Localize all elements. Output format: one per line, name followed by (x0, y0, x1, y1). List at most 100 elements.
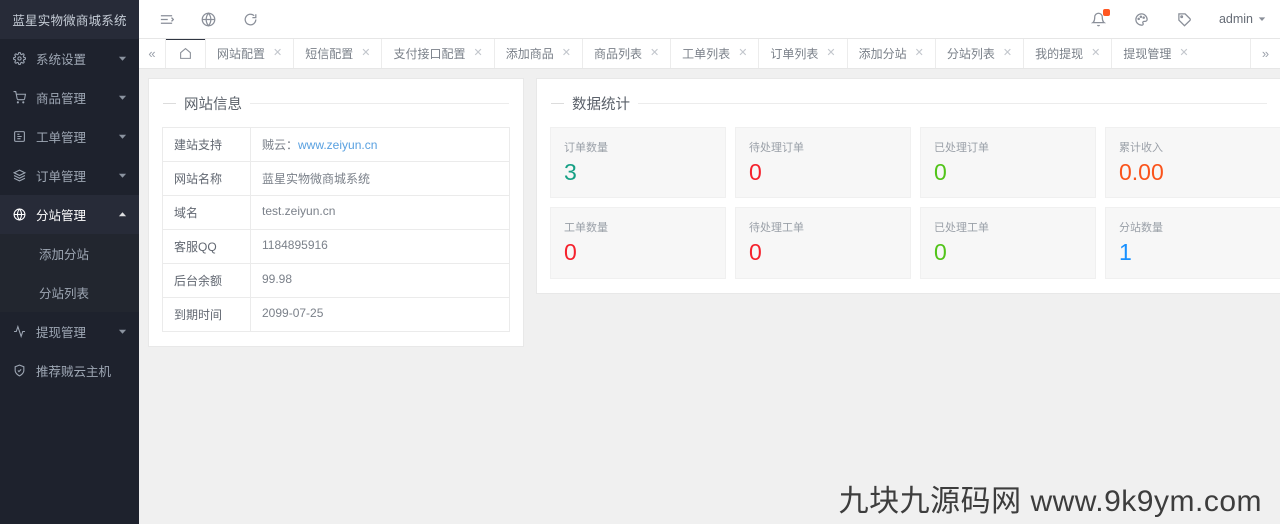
stat-value: 0 (749, 159, 762, 185)
tabs-more-button[interactable]: » (1250, 39, 1280, 68)
sidebar-subitem-add-substation[interactable]: 添加分站 (0, 234, 139, 273)
chevron-down-icon (1258, 15, 1266, 23)
tabs-scroll-container: 网站配置 ✕ 短信配置 ✕ 支付接口配置 ✕ 添加商品 ✕ 商品列表 ✕ 工单列… (165, 39, 1200, 68)
tab-label: 支付接口配置 (393, 47, 466, 61)
close-icon[interactable]: ✕ (826, 48, 835, 59)
sidebar-item-label: 工单管理 (36, 131, 87, 145)
info-value: test.zeiyun.cn (262, 204, 336, 218)
tab-withdrawal-management[interactable]: 提现管理 ✕ (1111, 39, 1200, 68)
layers-icon (11, 168, 27, 184)
sidebar-item-label: 订单管理 (36, 170, 87, 184)
table-row: 建站支持 贼云：www.zeiyun.cn (163, 128, 509, 162)
tab-add-product[interactable]: 添加商品 ✕ (493, 39, 582, 68)
tab-substation-list[interactable]: 分站列表 ✕ (934, 39, 1024, 68)
stat-value: 0 (564, 239, 577, 266)
gear-icon (11, 51, 27, 67)
sidebar-nav: 系统设置 商品管理 工单管理 订单管理 分站管理 添加分站 分站列表 提现管理 … (0, 39, 139, 390)
info-value: 2099-07-25 (262, 306, 324, 320)
tab-my-withdrawal[interactable]: 我的提现 ✕ (1023, 39, 1112, 68)
table-row: 客服QQ 1184895916 (163, 230, 509, 264)
sidebar-item-work-order-management[interactable]: 工单管理 (0, 117, 139, 156)
tab-label: 添加商品 (505, 47, 554, 61)
tab-label: 提现管理 (1123, 47, 1172, 61)
close-icon[interactable]: ✕ (738, 48, 747, 59)
info-key: 域名 (163, 196, 251, 229)
sidebar-item-system-settings[interactable]: 系统设置 (0, 39, 139, 78)
sidebar-item-product-management[interactable]: 商品管理 (0, 78, 139, 117)
globe-icon (11, 207, 27, 223)
chevron-down-icon (118, 93, 127, 102)
title-dash-left (163, 103, 176, 104)
header-right-tools: admin (1090, 9, 1266, 28)
bell-icon[interactable] (1090, 9, 1110, 28)
chevron-down-icon (118, 132, 127, 141)
info-key: 网站名称 (163, 162, 251, 195)
stat-card-total-income: 累计收入 0.00 (1105, 127, 1280, 199)
close-icon[interactable]: ✕ (650, 48, 659, 59)
close-icon[interactable]: ✕ (273, 48, 282, 59)
sidebar-item-substation-management[interactable]: 分站管理 (0, 195, 139, 234)
tab-home[interactable] (165, 39, 205, 68)
site-info-panel-header: 网站信息 (149, 79, 523, 114)
table-row: 域名 test.zeiyun.cn (163, 196, 509, 230)
user-menu-label: admin (1218, 12, 1253, 26)
sidebar-logo: 蓝星实物微商城系统 (0, 0, 139, 39)
tab-add-substation[interactable]: 添加分站 ✕ (846, 39, 935, 68)
cart-icon (11, 90, 27, 106)
tag-icon[interactable] (1176, 10, 1194, 28)
tab-payment-interface-config[interactable]: 支付接口配置 ✕ (381, 39, 494, 68)
menu-collapse-icon[interactable] (157, 10, 175, 28)
tab-label: 网站配置 (217, 47, 266, 61)
sidebar-item-recommend-zeiyun-host[interactable]: 推荐贼云主机 (0, 351, 139, 390)
info-value: 99.98 (262, 272, 293, 286)
stat-card-work-order-count: 工单数量 0 (550, 207, 726, 279)
stat-label: 分站数量 (1119, 222, 1163, 235)
info-value: 1184895916 (262, 238, 328, 252)
close-icon[interactable]: ✕ (361, 48, 370, 59)
site-info-table: 建站支持 贼云：www.zeiyun.cn 网站名称 蓝星实物微商城系统 域名 … (162, 127, 510, 332)
refresh-icon[interactable] (241, 10, 259, 28)
home-icon (179, 47, 192, 60)
globe-icon[interactable] (199, 10, 217, 28)
shield-check-icon (11, 363, 27, 379)
chevron-down-icon (118, 171, 127, 180)
statistics-grid: 订单数量 3 待处理订单 0 已处理订单 0 累计收入 0.00 工单数量 0 … (537, 127, 1280, 279)
tab-label: 商品列表 (593, 47, 642, 61)
user-menu[interactable]: admin (1219, 12, 1266, 26)
sidebar-item-order-management[interactable]: 订单管理 (0, 156, 139, 195)
sidebar-submenu-substation: 添加分站 分站列表 (0, 234, 139, 312)
app-root: 蓝星实物微商城系统 系统设置 商品管理 工单管理 订单管理 分站管理 添加分站 … (0, 0, 1280, 524)
statistics-panel: 数据统计 订单数量 3 待处理订单 0 已处理订单 0 累计收入 0.00 工单… (536, 78, 1280, 294)
site-info-title: 网站信息 (184, 97, 242, 113)
close-icon[interactable]: ✕ (1179, 48, 1188, 59)
tab-order-list[interactable]: 订单列表 ✕ (758, 39, 847, 68)
title-dash-left (551, 103, 564, 104)
stat-card-processed-orders: 已处理订单 0 (920, 127, 1096, 199)
table-row: 网站名称 蓝星实物微商城系统 (163, 162, 509, 196)
info-key: 到期时间 (163, 298, 251, 331)
chevron-down-icon (118, 54, 127, 63)
close-icon[interactable]: ✕ (1091, 48, 1100, 59)
zeiyun-link[interactable]: www.zeiyun.cn (298, 138, 377, 152)
tab-website-config[interactable]: 网站配置 ✕ (205, 39, 294, 68)
close-icon[interactable]: ✕ (473, 48, 482, 59)
stat-value: 3 (564, 159, 577, 185)
stat-card-substation-count: 分站数量 1 (1105, 207, 1280, 279)
close-icon[interactable]: ✕ (562, 48, 571, 59)
tabs-scroll-left-button[interactable]: « (139, 39, 165, 68)
notification-badge (1102, 9, 1110, 16)
tab-label: 工单列表 (682, 47, 731, 61)
palette-icon[interactable] (1133, 10, 1151, 28)
close-icon[interactable]: ✕ (915, 48, 924, 59)
tab-label: 订单列表 (770, 47, 819, 61)
stat-value: 0 (749, 239, 762, 266)
sidebar-item-withdrawal-management[interactable]: 提现管理 (0, 312, 139, 351)
content-area: 网站信息 建站支持 贼云：www.zeiyun.cn 网站名称 蓝星实物微商城系… (139, 69, 1280, 524)
tab-sms-config[interactable]: 短信配置 ✕ (293, 39, 382, 68)
sidebar-item-label: 商品管理 (36, 92, 87, 106)
tab-label: 添加分站 (858, 47, 907, 61)
tab-product-list[interactable]: 商品列表 ✕ (581, 39, 671, 68)
close-icon[interactable]: ✕ (1003, 48, 1012, 59)
sidebar-subitem-substation-list[interactable]: 分站列表 (0, 273, 139, 312)
tab-work-order-list[interactable]: 工单列表 ✕ (670, 39, 759, 68)
